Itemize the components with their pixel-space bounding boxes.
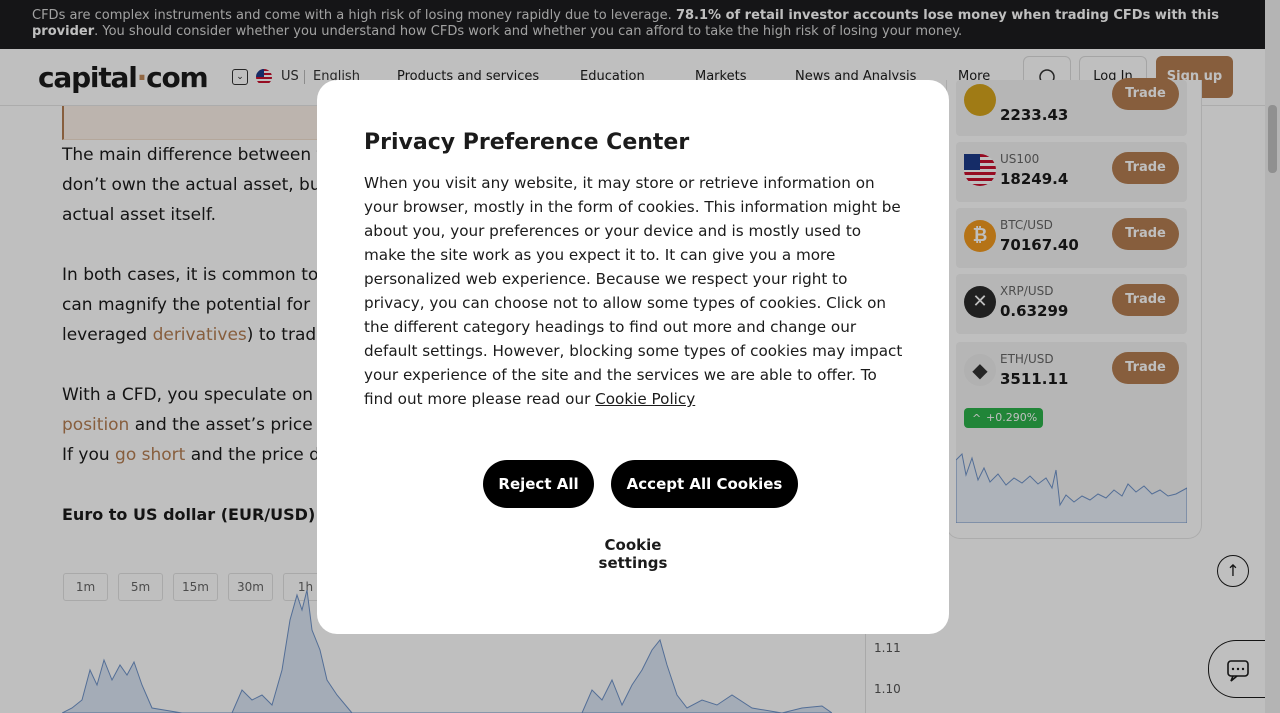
y-axis-label: 1.11 [874, 641, 901, 655]
dialog-body: When you visit any website, it may store… [364, 171, 904, 411]
region-selector[interactable]: US [281, 69, 299, 84]
price-change-badge: +0.290% [964, 408, 1044, 429]
market-price: 18249.4 [1000, 170, 1069, 188]
text-span: leveraged [62, 325, 153, 345]
market-price: 2233.43 [1000, 106, 1069, 124]
accept-all-cookies-button[interactable]: Accept All Cookies [611, 460, 798, 508]
text-span: and the price dr [185, 445, 327, 465]
risk-warning-text-end: . You should consider whether you unders… [94, 24, 963, 39]
chat-button[interactable] [1208, 640, 1265, 698]
dialog-text: When you visit any website, it may store… [364, 174, 903, 408]
go-short-link[interactable]: go short [115, 445, 185, 465]
arrow-up-icon: ↑ [1226, 561, 1240, 580]
dialog-title: Privacy Preference Center [364, 130, 690, 155]
trade-button[interactable]: Trade [1112, 284, 1179, 316]
chart-heading: Euro to US dollar (EUR/USD) for [62, 505, 347, 524]
text-span: and the asset’s price ri [129, 415, 330, 435]
derivatives-link[interactable]: derivatives [153, 325, 247, 345]
market-symbol: BTC/USD [1000, 218, 1053, 232]
risk-warning-text: CFDs are complex instruments and come wi… [32, 8, 676, 23]
market-card-xrpusd[interactable]: ✕ XRP/USD 0.63299 Trade [956, 274, 1187, 334]
market-price: 3511.11 [1000, 370, 1069, 388]
text-span: ) to trade [246, 325, 327, 345]
trade-button[interactable]: Trade [1112, 78, 1179, 110]
trade-button[interactable]: Trade [1112, 152, 1179, 184]
xrp-icon: ✕ [964, 286, 996, 318]
ethereum-icon: ◆ [964, 354, 996, 386]
market-price: 0.63299 [1000, 302, 1069, 320]
market-price: 70167.40 [1000, 236, 1079, 254]
us-flag-icon [256, 69, 272, 85]
divider [304, 70, 305, 84]
logo-text-b: com [146, 61, 209, 94]
risk-warning-banner: CFDs are complex instruments and come wi… [0, 0, 1265, 49]
logo-text-a: capital [38, 61, 138, 94]
bitcoin-icon: ₿ [964, 220, 996, 252]
cookie-settings-button[interactable]: Cookie settings [569, 536, 697, 572]
privacy-preference-dialog: Privacy Preference Center When you visit… [317, 80, 949, 634]
trade-button[interactable]: Trade [1112, 218, 1179, 250]
capital-com-logo[interactable]: capital·com [38, 61, 209, 94]
position-link[interactable]: position [62, 415, 129, 435]
logo-dot: · [136, 61, 148, 94]
market-symbol: XRP/USD [1000, 284, 1054, 298]
text-span: If you [62, 445, 116, 465]
market-symbol: US100 [1000, 152, 1040, 166]
market-card-btcusd[interactable]: ₿ BTC/USD 70167.40 Trade [956, 208, 1187, 268]
us-flag-icon [964, 154, 996, 186]
reject-all-button[interactable]: Reject All [483, 460, 594, 508]
back-to-top-button[interactable]: ↑ [1217, 555, 1249, 587]
scrollbar-thumb[interactable] [1268, 105, 1277, 173]
chat-icon [1227, 660, 1249, 682]
cookie-policy-link[interactable]: Cookie Policy [595, 390, 695, 408]
market-card-us100[interactable]: US100 18249.4 Trade [956, 142, 1187, 202]
eth-sparkline [956, 452, 1187, 523]
market-card-gold[interactable]: 2233.43 Trade [956, 78, 1187, 136]
gold-coin-icon [964, 84, 996, 116]
chevron-down-icon[interactable]: ⌄ [232, 69, 248, 85]
trade-button[interactable]: Trade [1112, 352, 1179, 384]
market-symbol: ETH/USD [1000, 352, 1054, 366]
y-axis-label: 1.10 [874, 682, 901, 696]
